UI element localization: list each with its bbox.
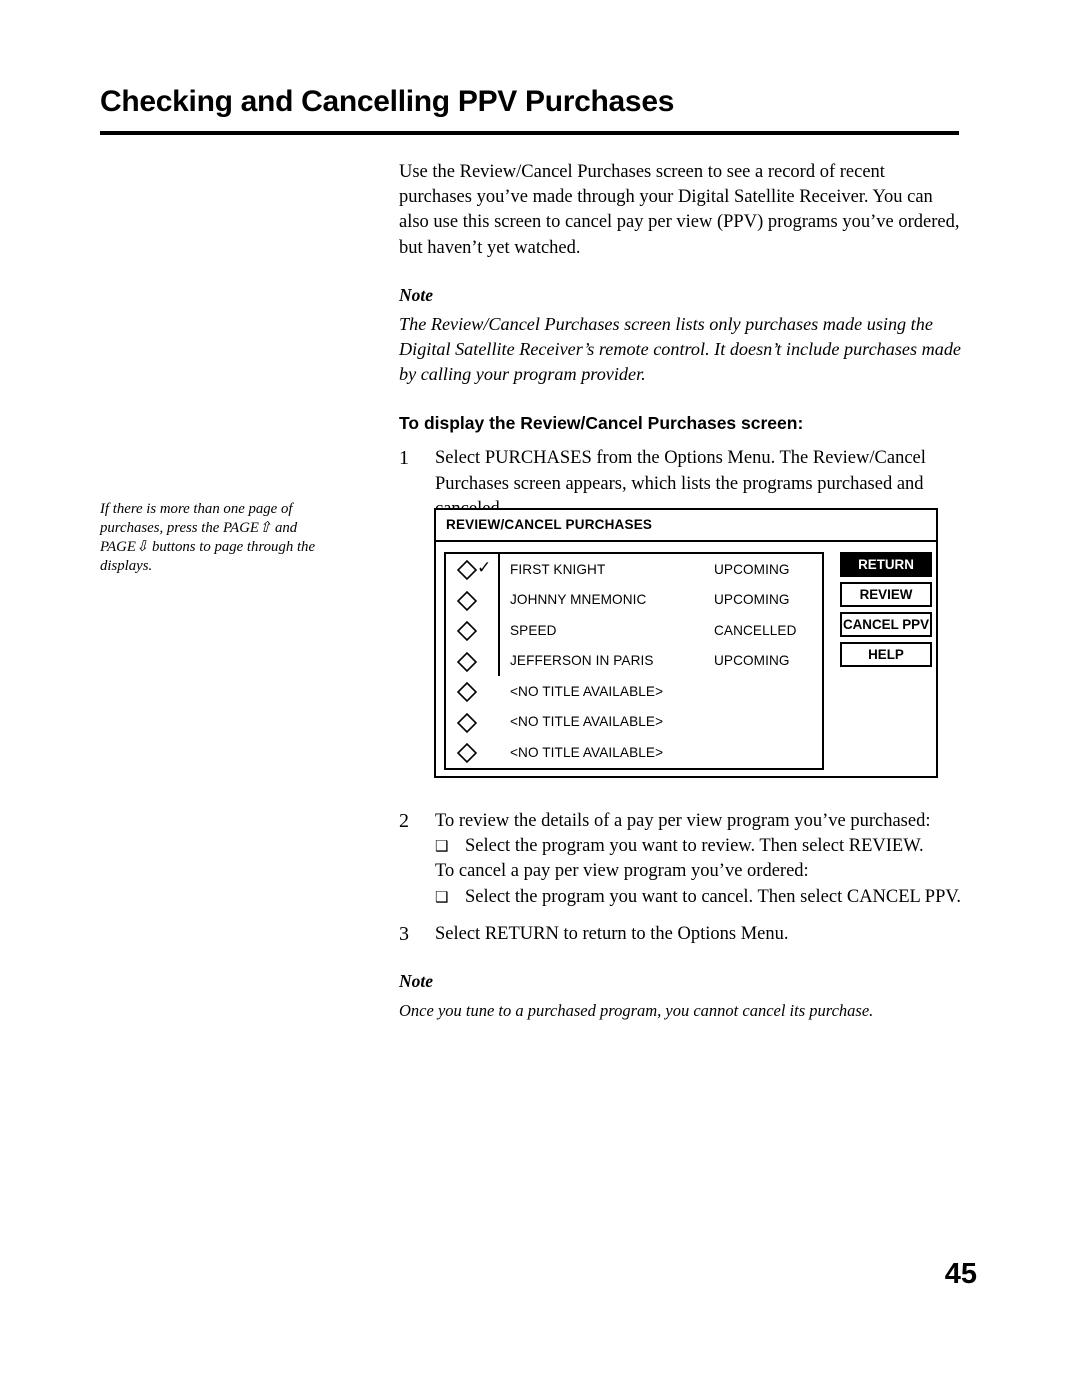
checkbox-bullet-icon: ❑ xyxy=(435,839,449,856)
step-2-bullet-2-text: Select the program you want to cancel. T… xyxy=(465,886,961,907)
diamond-icon xyxy=(457,590,477,611)
body-column-lower: 2 To review the details of a pay per vie… xyxy=(399,797,961,1023)
checkbox-cell[interactable] xyxy=(446,676,500,707)
checkbox-bullet-icon: ❑ xyxy=(435,889,449,906)
step-2-bullet-2: ❑ Select the program you want to cancel.… xyxy=(435,885,961,910)
step-3-text: Select RETURN to return to the Options M… xyxy=(435,923,789,944)
checkbox-cell[interactable] xyxy=(446,615,500,646)
table-row[interactable]: <NO TITLE AVAILABLE> xyxy=(446,737,822,768)
program-title: <NO TITLE AVAILABLE> xyxy=(510,744,664,760)
diamond-icon xyxy=(457,743,477,763)
table-row[interactable]: <NO TITLE AVAILABLE> xyxy=(446,707,822,738)
checkbox-cell[interactable] xyxy=(446,645,500,676)
program-status: UPCOMING xyxy=(714,592,790,608)
step-2-line-2: To cancel a pay per view program you’ve … xyxy=(435,861,809,882)
margin-note: If there is more than one page of purcha… xyxy=(100,500,322,576)
screen-header: REVIEW/CANCEL PURCHASES xyxy=(436,510,936,542)
program-status: UPCOMING xyxy=(714,561,790,577)
step-3: 3 Select RETURN to return to the Options… xyxy=(399,922,961,947)
purchase-list: ✓ FIRST KNIGHT UPCOMING JOHNNY MNEMONIC … xyxy=(444,552,824,770)
checkbox-cell[interactable]: ✓ xyxy=(446,554,500,585)
table-row[interactable]: JOHNNY MNEMONIC UPCOMING xyxy=(446,584,822,615)
note-text-1: The Review/Cancel Purchases screen lists… xyxy=(399,313,961,385)
cancel-ppv-button[interactable]: CANCEL PPV xyxy=(840,612,932,637)
margin-note-line-1: If there is more than one page of xyxy=(100,501,293,517)
program-title: <NO TITLE AVAILABLE> xyxy=(510,714,664,730)
program-status: UPCOMING xyxy=(714,653,790,669)
table-row[interactable]: SPEED CANCELLED xyxy=(446,615,822,646)
program-title: JOHNNY MNEMONIC xyxy=(510,592,647,608)
diamond-icon xyxy=(457,651,477,672)
margin-note-line-3: PAGE⇩ buttons to page through the xyxy=(100,539,316,555)
screen-button-group: RETURN REVIEW CANCEL PPV HELP xyxy=(840,552,932,672)
title-rule xyxy=(100,131,959,135)
step-2: 2 To review the details of a pay per vie… xyxy=(399,809,961,910)
checkbox-cell[interactable] xyxy=(446,737,500,768)
table-row[interactable]: JEFFERSON IN PARIS UPCOMING xyxy=(446,645,822,676)
step-2-bullet-1-text: Select the program you want to review. T… xyxy=(465,836,924,857)
page-number: 45 xyxy=(944,1258,977,1290)
step-2-number: 2 xyxy=(399,810,409,832)
step-2-bullet-1: ❑ Select the program you want to review.… xyxy=(435,834,961,859)
diamond-icon xyxy=(457,621,477,641)
program-status: CANCELLED xyxy=(714,622,797,638)
diamond-icon xyxy=(457,712,477,733)
step-3-number: 3 xyxy=(399,922,409,945)
step-2-text: To review the details of a pay per view … xyxy=(435,811,931,831)
review-button[interactable]: REVIEW xyxy=(840,582,932,607)
checkbox-cell[interactable] xyxy=(446,584,500,615)
program-title: FIRST KNIGHT xyxy=(510,561,606,577)
margin-note-line-4: displays. xyxy=(100,558,153,574)
table-row[interactable]: <NO TITLE AVAILABLE> xyxy=(446,676,822,707)
table-row[interactable]: ✓ FIRST KNIGHT UPCOMING xyxy=(446,554,822,585)
program-title: SPEED xyxy=(510,622,557,638)
help-button[interactable]: HELP xyxy=(840,642,932,667)
page-title: Checking and Cancelling PPV Purchases xyxy=(100,85,675,118)
screen-header-label: REVIEW/CANCEL PURCHASES xyxy=(446,517,653,532)
return-button[interactable]: RETURN xyxy=(840,552,932,577)
body-column-upper: Use the Review/Cancel Purchases screen t… xyxy=(399,160,961,522)
program-title: JEFFERSON IN PARIS xyxy=(510,653,654,669)
note-text-2: Once you tune to a purchased program, yo… xyxy=(399,1001,874,1021)
section-subhead: To display the Review/Cancel Purchases s… xyxy=(399,413,804,434)
step-1-number: 1 xyxy=(399,447,409,470)
checkbox-cell[interactable] xyxy=(446,707,500,738)
check-icon: ✓ xyxy=(477,558,492,577)
margin-note-line-2: purchases, press the PAGE⇧ and xyxy=(100,520,298,536)
note-label-2: Note xyxy=(399,971,434,992)
program-title: <NO TITLE AVAILABLE> xyxy=(510,683,664,699)
intro-paragraph: Use the Review/Cancel Purchases screen t… xyxy=(399,162,960,258)
review-cancel-purchases-screen: REVIEW/CANCEL PURCHASES ✓ FIRST KNIGHT U… xyxy=(434,508,938,778)
diamond-icon xyxy=(457,682,477,702)
note-label-1: Note xyxy=(399,284,434,305)
diamond-icon xyxy=(457,560,477,580)
